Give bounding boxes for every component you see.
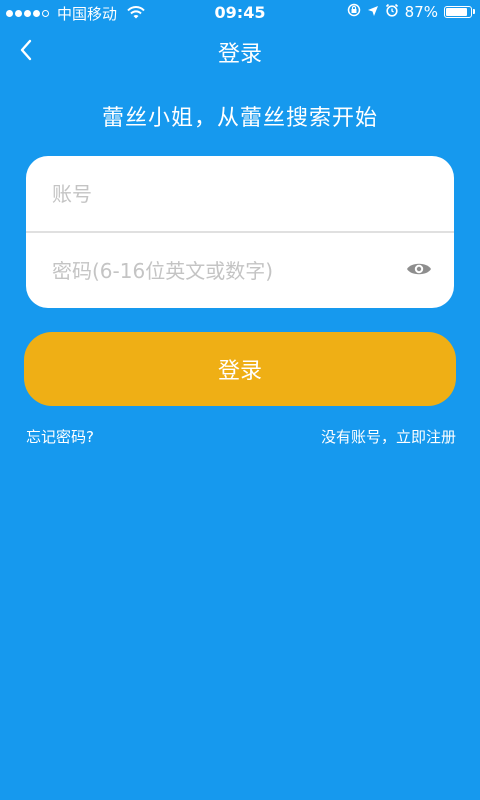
page-title: 登录: [217, 42, 262, 67]
alarm-clock-icon: [385, 3, 399, 21]
password-field: [26, 233, 454, 308]
status-bar: 中国移动 09:45 87%: [0, 0, 480, 26]
forgot-password-link[interactable]: 忘记密码?: [26, 426, 94, 447]
battery-fill: [446, 8, 467, 16]
slogan: 蕾丝小姐，从蕾丝搜索开始: [101, 106, 378, 131]
login-form-card: [26, 156, 454, 308]
account-input[interactable]: [50, 180, 394, 207]
account-field: [26, 156, 454, 231]
status-right: 87%: [347, 3, 475, 21]
login-button[interactable]: 登录: [24, 332, 456, 406]
battery-icon: [444, 6, 475, 18]
register-link[interactable]: 没有账号，立即注册: [321, 426, 456, 447]
password-input[interactable]: [50, 257, 394, 284]
rotation-lock-icon: [347, 3, 361, 21]
nav-bar: 登录: [0, 26, 480, 74]
battery-percent: 87%: [404, 3, 438, 21]
eye-icon[interactable]: [406, 259, 432, 279]
location-arrow-icon: [367, 3, 379, 21]
